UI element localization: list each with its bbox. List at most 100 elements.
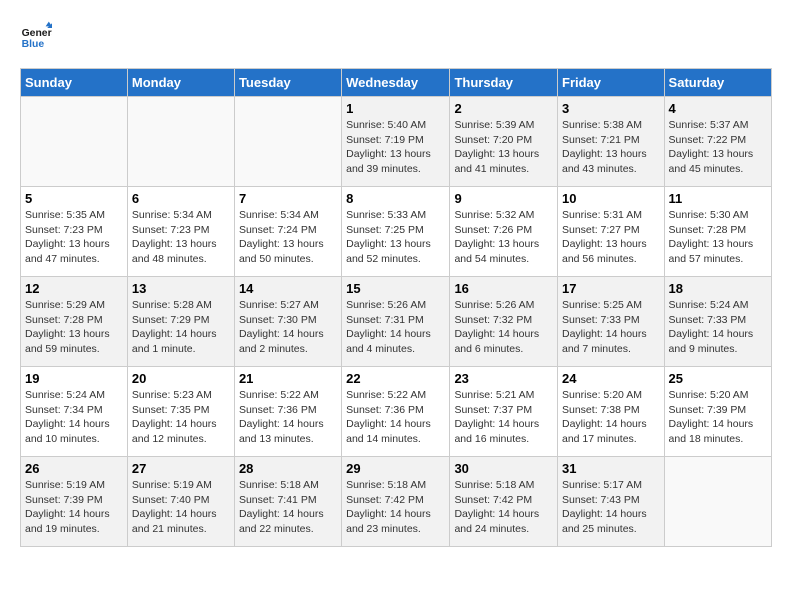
calendar-cell: 9 Sunrise: 5:32 AMSunset: 7:26 PMDaylight… [450, 187, 558, 277]
day-number: 16 [454, 281, 553, 296]
calendar-cell: 30 Sunrise: 5:18 AMSunset: 7:42 PMDayligh… [450, 457, 558, 547]
day-info: Sunrise: 5:31 AMSunset: 7:27 PMDaylight:… [562, 208, 660, 267]
weekday-header-tuesday: Tuesday [234, 69, 341, 97]
calendar-cell: 18Sunrise: 5:24 AMSunset: 7:33 PMDayligh… [664, 277, 771, 367]
calendar-cell [21, 97, 128, 187]
svg-text:General: General [22, 28, 52, 39]
day-number: 23 [454, 371, 553, 386]
day-number: 24 [562, 371, 660, 386]
day-info: Sunrise: 5:22 AMSunset: 7:36 PMDaylight:… [239, 388, 337, 447]
calendar-cell: 15Sunrise: 5:26 AMSunset: 7:31 PMDayligh… [342, 277, 450, 367]
weekday-header-monday: Monday [127, 69, 234, 97]
day-info: Sunrise: 5:37 AMSunset: 7:22 PMDaylight:… [669, 118, 767, 177]
calendar-cell: 20Sunrise: 5:23 AMSunset: 7:35 PMDayligh… [127, 367, 234, 457]
calendar-cell: 12Sunrise: 5:29 AMSunset: 7:28 PMDayligh… [21, 277, 128, 367]
calendar-cell: 14 Sunrise: 5:27 AMSunset: 7:30 PMDayligh… [234, 277, 341, 367]
day-number: 26 [25, 461, 123, 476]
day-number: 30 [454, 461, 553, 476]
calendar-cell: 25 Sunrise: 5:20 AMSunset: 7:39 PMDayligh… [664, 367, 771, 457]
day-number: 25 [669, 371, 767, 386]
week-row-5: 26Sunrise: 5:19 AMSunset: 7:39 PMDayligh… [21, 457, 772, 547]
day-number: 9 [454, 191, 553, 206]
calendar-cell: 6 Sunrise: 5:34 AMSunset: 7:23 PMDaylight… [127, 187, 234, 277]
calendar-cell: 31Sunrise: 5:17 AMSunset: 7:43 PMDayligh… [558, 457, 665, 547]
svg-text:Blue: Blue [22, 39, 45, 50]
day-info: Sunrise: 5:18 AMSunset: 7:42 PMDaylight:… [454, 478, 553, 537]
calendar-cell: 5Sunrise: 5:35 AMSunset: 7:23 PMDaylight… [21, 187, 128, 277]
calendar-cell: 22 Sunrise: 5:22 AMSunset: 7:36 PMDayligh… [342, 367, 450, 457]
day-info: Sunrise: 5:39 AMSunset: 7:20 PMDaylight:… [454, 118, 553, 177]
calendar-cell: 16 Sunrise: 5:26 AMSunset: 7:32 PMDayligh… [450, 277, 558, 367]
calendar-cell: 26Sunrise: 5:19 AMSunset: 7:39 PMDayligh… [21, 457, 128, 547]
day-number: 22 [346, 371, 445, 386]
day-number: 21 [239, 371, 337, 386]
page-header: General Blue [20, 20, 772, 52]
calendar-cell [127, 97, 234, 187]
day-info: Sunrise: 5:38 AMSunset: 7:21 PMDaylight:… [562, 118, 660, 177]
weekday-header-sunday: Sunday [21, 69, 128, 97]
calendar-cell [234, 97, 341, 187]
week-row-2: 5Sunrise: 5:35 AMSunset: 7:23 PMDaylight… [21, 187, 772, 277]
day-number: 3 [562, 101, 660, 116]
day-number: 4 [669, 101, 767, 116]
weekday-header-row: SundayMondayTuesdayWednesdayThursdayFrid… [21, 69, 772, 97]
calendar-cell [664, 457, 771, 547]
calendar-cell: 23 Sunrise: 5:21 AMSunset: 7:37 PMDayligh… [450, 367, 558, 457]
week-row-1: 1 Sunrise: 5:40 AMSunset: 7:19 PMDaylight… [21, 97, 772, 187]
day-info: Sunrise: 5:34 AMSunset: 7:24 PMDaylight:… [239, 208, 337, 267]
weekday-header-friday: Friday [558, 69, 665, 97]
calendar-cell: 17 Sunrise: 5:25 AMSunset: 7:33 PMDayligh… [558, 277, 665, 367]
day-info: Sunrise: 5:27 AMSunset: 7:30 PMDaylight:… [239, 298, 337, 357]
day-number: 17 [562, 281, 660, 296]
calendar-cell: 2 Sunrise: 5:39 AMSunset: 7:20 PMDaylight… [450, 97, 558, 187]
day-number: 7 [239, 191, 337, 206]
calendar-cell: 1 Sunrise: 5:40 AMSunset: 7:19 PMDaylight… [342, 97, 450, 187]
day-info: Sunrise: 5:24 AMSunset: 7:34 PMDaylight:… [25, 388, 123, 447]
day-number: 15 [346, 281, 445, 296]
day-info: Sunrise: 5:34 AMSunset: 7:23 PMDaylight:… [132, 208, 230, 267]
day-info: Sunrise: 5:30 AMSunset: 7:28 PMDaylight:… [669, 208, 767, 267]
day-number: 27 [132, 461, 230, 476]
day-info: Sunrise: 5:22 AMSunset: 7:36 PMDaylight:… [346, 388, 445, 447]
day-info: Sunrise: 5:33 AMSunset: 7:25 PMDaylight:… [346, 208, 445, 267]
day-info: Sunrise: 5:18 AMSunset: 7:41 PMDaylight:… [239, 478, 337, 537]
day-number: 13 [132, 281, 230, 296]
calendar-cell: 21 Sunrise: 5:22 AMSunset: 7:36 PMDayligh… [234, 367, 341, 457]
weekday-header-thursday: Thursday [450, 69, 558, 97]
day-number: 28 [239, 461, 337, 476]
logo: General Blue [20, 20, 56, 52]
day-info: Sunrise: 5:20 AMSunset: 7:38 PMDaylight:… [562, 388, 660, 447]
day-number: 31 [562, 461, 660, 476]
day-info: Sunrise: 5:28 AMSunset: 7:29 PMDaylight:… [132, 298, 230, 357]
day-number: 1 [346, 101, 445, 116]
calendar-cell: 19Sunrise: 5:24 AMSunset: 7:34 PMDayligh… [21, 367, 128, 457]
day-number: 11 [669, 191, 767, 206]
calendar-cell: 3 Sunrise: 5:38 AMSunset: 7:21 PMDaylight… [558, 97, 665, 187]
day-number: 2 [454, 101, 553, 116]
day-number: 6 [132, 191, 230, 206]
calendar-cell: 13 Sunrise: 5:28 AMSunset: 7:29 PMDayligh… [127, 277, 234, 367]
day-info: Sunrise: 5:25 AMSunset: 7:33 PMDaylight:… [562, 298, 660, 357]
day-info: Sunrise: 5:26 AMSunset: 7:32 PMDaylight:… [454, 298, 553, 357]
calendar-cell: 8 Sunrise: 5:33 AMSunset: 7:25 PMDaylight… [342, 187, 450, 277]
day-number: 29 [346, 461, 445, 476]
calendar-cell: 28 Sunrise: 5:18 AMSunset: 7:41 PMDayligh… [234, 457, 341, 547]
day-number: 14 [239, 281, 337, 296]
calendar-cell: 10 Sunrise: 5:31 AMSunset: 7:27 PMDayligh… [558, 187, 665, 277]
weekday-header-wednesday: Wednesday [342, 69, 450, 97]
day-info: Sunrise: 5:18 AMSunset: 7:42 PMDaylight:… [346, 478, 445, 537]
day-number: 5 [25, 191, 123, 206]
calendar-cell: 7 Sunrise: 5:34 AMSunset: 7:24 PMDaylight… [234, 187, 341, 277]
day-info: Sunrise: 5:23 AMSunset: 7:35 PMDaylight:… [132, 388, 230, 447]
day-info: Sunrise: 5:20 AMSunset: 7:39 PMDaylight:… [669, 388, 767, 447]
day-info: Sunrise: 5:19 AMSunset: 7:40 PMDaylight:… [132, 478, 230, 537]
logo-icon: General Blue [20, 20, 52, 52]
day-info: Sunrise: 5:24 AMSunset: 7:33 PMDaylight:… [669, 298, 767, 357]
day-info: Sunrise: 5:32 AMSunset: 7:26 PMDaylight:… [454, 208, 553, 267]
calendar-cell: 24 Sunrise: 5:20 AMSunset: 7:38 PMDayligh… [558, 367, 665, 457]
day-number: 8 [346, 191, 445, 206]
day-info: Sunrise: 5:40 AMSunset: 7:19 PMDaylight:… [346, 118, 445, 177]
day-info: Sunrise: 5:21 AMSunset: 7:37 PMDaylight:… [454, 388, 553, 447]
calendar-cell: 4 Sunrise: 5:37 AMSunset: 7:22 PMDaylight… [664, 97, 771, 187]
day-number: 10 [562, 191, 660, 206]
